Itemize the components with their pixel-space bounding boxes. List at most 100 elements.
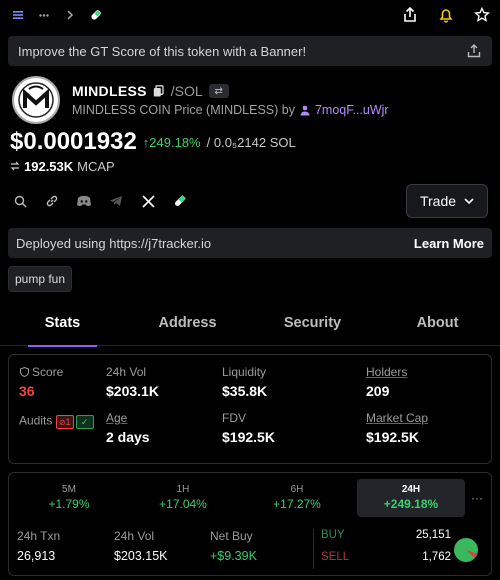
- price-change: ↑249.18%: [142, 134, 201, 150]
- vol-value: $203.1K: [106, 383, 159, 399]
- stats-card: Score 36 24h Vol $203.1K Liquidity $35.8…: [8, 354, 492, 464]
- mcap-row: 192.53K MCAP: [0, 156, 500, 176]
- price-sol: / 0.0₅2142 SOL: [206, 134, 296, 150]
- audit-warning-badge: ⊘ 1: [55, 415, 74, 429]
- pill-icon[interactable]: [172, 193, 188, 209]
- holders-value: 209: [366, 383, 390, 399]
- trade-label: Trade: [419, 193, 457, 209]
- liquidity-cell: Liquidity $35.8K: [222, 365, 267, 399]
- tab-stats[interactable]: Stats: [0, 308, 125, 347]
- chevron-down-icon: [464, 196, 474, 206]
- x-twitter-icon[interactable]: [140, 193, 156, 209]
- liquidity-value: $35.8K: [222, 383, 268, 399]
- timeframe-24h[interactable]: 24H +249.18%: [357, 479, 465, 517]
- shield-icon: [19, 367, 29, 377]
- mcap-value: 192.53K: [24, 158, 74, 174]
- gt-score-banner[interactable]: Improve the GT Score of this token with …: [8, 36, 492, 66]
- discord-icon[interactable]: [76, 193, 92, 209]
- daily-vol-value: $203.15K: [114, 549, 168, 563]
- fdv-value: $192.5K: [222, 429, 275, 445]
- token-title: MINDLESS /SOL ⇄: [72, 83, 389, 99]
- bell-icon[interactable]: [438, 7, 454, 23]
- link-icon[interactable]: [44, 193, 60, 209]
- timeframe-6h[interactable]: 6H +17.27%: [243, 479, 351, 517]
- sell-label: SELL: [321, 551, 350, 563]
- age-value: 2 days: [106, 429, 150, 445]
- timeframe-5m[interactable]: 5M +1.79%: [15, 479, 123, 517]
- audit-check-icon: ✓: [75, 415, 94, 429]
- holders-cell[interactable]: Holders 209: [366, 365, 407, 399]
- token-subtitle-row: MINDLESS COIN Price (MINDLESS) by 7moqF.…: [72, 103, 389, 117]
- search-icon[interactable]: [12, 193, 28, 209]
- pill-icon: [88, 7, 104, 23]
- token-pair: /SOL: [170, 83, 203, 99]
- deployed-bar: Deployed using https://j7tracker.io Lear…: [8, 228, 492, 258]
- tab-bar: Stats Address Security About: [0, 308, 500, 347]
- score-value: 36: [19, 383, 35, 399]
- more-timeframes-icon[interactable]: ···: [471, 491, 483, 505]
- social-icons: [12, 193, 188, 209]
- sell-value: 1,762: [422, 551, 451, 563]
- timeframe-label: 6H: [290, 484, 304, 495]
- txn-cell: 24h Txn 26,913: [17, 529, 60, 563]
- timeframe-change: +17.04%: [159, 497, 207, 511]
- menu-icon[interactable]: [10, 7, 26, 23]
- net-buy-label: Net Buy: [210, 529, 253, 543]
- buy-sell-ratio-pie: [454, 538, 478, 562]
- audits-label: Audits: [19, 413, 53, 428]
- audits-cell[interactable]: Audits ⊘ 1 ✓: [19, 411, 94, 429]
- token-symbol: MINDLESS: [72, 83, 147, 99]
- tab-security[interactable]: Security: [250, 308, 375, 346]
- share-icon[interactable]: [402, 7, 418, 23]
- token-logo: [12, 76, 60, 124]
- txn-value: 26,913: [17, 549, 56, 563]
- timeframe-1h[interactable]: 1H +17.04%: [129, 479, 237, 517]
- vol-label: 24h Vol: [106, 365, 147, 379]
- fdv-cell: FDV $192.5K: [222, 411, 275, 445]
- price-usd: $0.0001932: [10, 128, 137, 155]
- timeframe-change: +1.79%: [48, 497, 90, 511]
- pump-fun-tag[interactable]: pump fun: [8, 266, 73, 292]
- star-icon[interactable]: [474, 7, 490, 23]
- mcap-label: MCAP: [77, 158, 115, 174]
- more-icon[interactable]: [36, 7, 52, 23]
- net-buy-value: +$9.39K: [210, 549, 257, 563]
- divider: [313, 529, 314, 569]
- audit-warning-count: 1: [65, 417, 71, 427]
- deployed-text: Deployed using https://j7tracker.io: [16, 235, 212, 251]
- buy-value: 25,151: [415, 529, 451, 541]
- social-row: Trade: [0, 178, 500, 224]
- top-bar: [0, 0, 500, 30]
- copy-icon[interactable]: [153, 85, 165, 97]
- token-subtitle: MINDLESS COIN Price (MINDLESS) by: [72, 103, 295, 117]
- chevron-right-icon: [62, 7, 78, 23]
- telegram-icon[interactable]: [108, 193, 124, 209]
- audit-badges[interactable]: ⊘ 1 ✓: [55, 415, 94, 429]
- net-buy-cell: Net Buy +$9.39K: [210, 529, 257, 563]
- trade-button[interactable]: Trade: [406, 184, 488, 218]
- swap-pair-icon[interactable]: ⇄: [208, 84, 229, 98]
- banner-text: Improve the GT Score of this token with …: [18, 43, 307, 59]
- tab-address[interactable]: Address: [125, 308, 250, 346]
- top-bar-left: [10, 7, 104, 23]
- upload-icon[interactable]: [466, 43, 482, 59]
- timeframe-change: +249.18%: [383, 497, 439, 511]
- learn-more-link[interactable]: Learn More: [414, 236, 484, 251]
- score-label: Score: [32, 365, 64, 379]
- age-label: Age: [106, 411, 128, 425]
- tab-about[interactable]: About: [375, 308, 500, 346]
- txn-label: 24h Txn: [17, 529, 61, 543]
- market-cap-cell[interactable]: Market Cap $192.5K: [366, 411, 428, 445]
- creator-address-link[interactable]: 7moqF...uWjr: [315, 103, 389, 117]
- daily-vol-cell: 24h Vol $203.15K: [114, 529, 168, 563]
- timeframe-change: +17.27%: [273, 497, 321, 511]
- timeframe-label: 1H: [176, 484, 190, 495]
- fdv-label: FDV: [222, 411, 246, 425]
- swap-arrows-icon: [10, 161, 20, 171]
- price-row: $0.0001932 ↑249.18% / 0.0₅2142 SOL: [0, 124, 500, 156]
- score-cell[interactable]: Score 36: [19, 365, 63, 399]
- market-cap-label[interactable]: Market Cap: [366, 411, 428, 425]
- timeframe-card: 5M +1.79% 1H +17.04% 6H +17.27% 24H +249…: [8, 472, 492, 576]
- age-cell: Age 2 days: [106, 411, 150, 445]
- holders-label[interactable]: Holders: [366, 365, 407, 379]
